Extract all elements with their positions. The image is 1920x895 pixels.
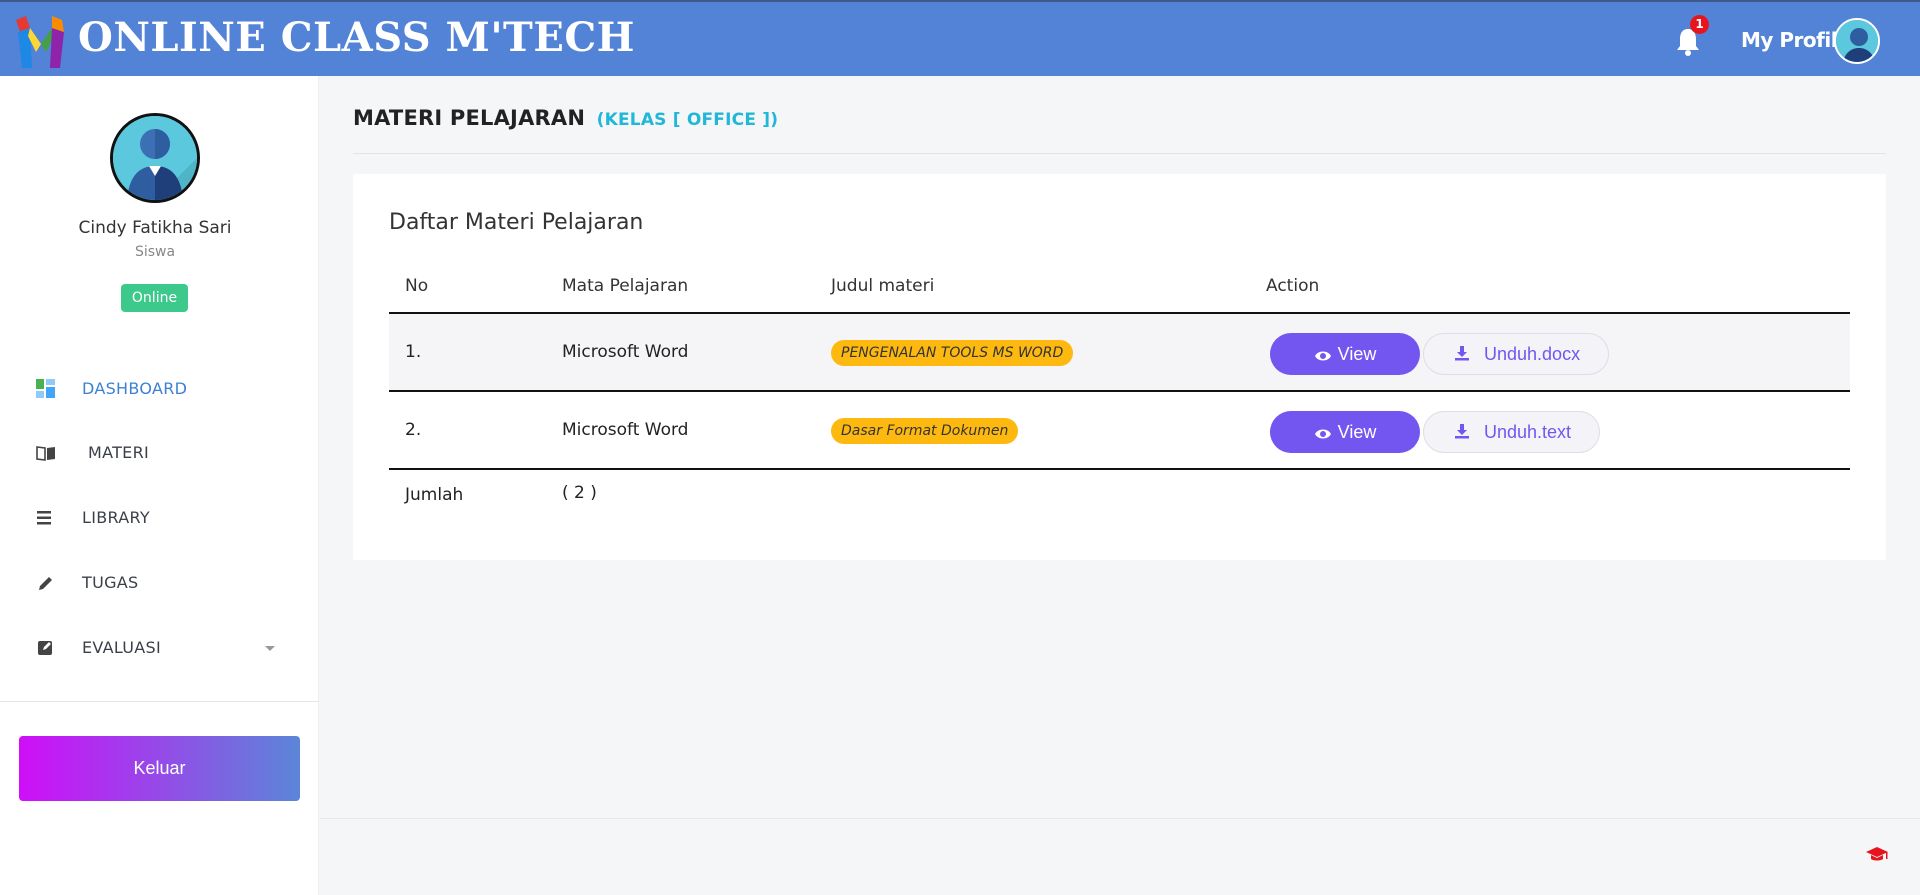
table-row: 1. Microsoft Word PENGENALAN TOOLS MS WO…: [389, 314, 1850, 391]
eye-icon: [1314, 429, 1331, 439]
page-title-text: MATERI PELAJARAN: [353, 106, 586, 130]
title-divider: [353, 153, 1886, 154]
sidebar-item-library[interactable]: LIBRARY: [0, 498, 319, 538]
card-title: Daftar Materi Pelajaran: [389, 210, 644, 235]
chevron-down-icon: [265, 646, 275, 651]
pencil-icon: [39, 577, 52, 590]
online-status-badge: Online: [121, 284, 188, 312]
material-title-badge: Dasar Format Dokumen: [831, 418, 1019, 444]
view-button[interactable]: View: [1270, 333, 1420, 375]
edit-icon: [38, 641, 52, 655]
graduation-cap-icon: [1866, 847, 1888, 861]
footer-divider: [320, 818, 1920, 819]
download-button-label: Unduh.docx: [1484, 344, 1581, 364]
mtech-logo-icon[interactable]: [16, 16, 66, 68]
user-role: Siswa: [134, 244, 176, 260]
row-subject: Microsoft Word: [562, 420, 689, 440]
download-icon: [1455, 424, 1469, 439]
view-button-label: View: [1337, 344, 1377, 364]
total-label: Jumlah: [405, 485, 464, 505]
view-button[interactable]: View: [1270, 411, 1420, 453]
eye-icon: [1314, 351, 1331, 361]
column-header-subject: Mata Pelajaran: [562, 276, 689, 296]
download-button[interactable]: Unduh.text: [1423, 411, 1601, 453]
row-divider: [389, 468, 1850, 470]
sidebar-divider: [0, 701, 319, 702]
user-name: Cindy Fatikha Sari: [78, 218, 232, 238]
top-navbar: ONLINE CLASS M'TECH 1 My Profile: [0, 0, 1920, 76]
logout-button[interactable]: Keluar: [19, 736, 300, 801]
column-header-action: Action: [1266, 276, 1320, 296]
download-button-label: Unduh.text: [1484, 422, 1572, 442]
download-button[interactable]: Unduh.docx: [1423, 333, 1610, 375]
sidebar-item-tugas[interactable]: TUGAS: [0, 563, 319, 603]
sidebar-item-evaluasi[interactable]: EVALUASI: [0, 628, 319, 668]
sidebar-item-dashboard[interactable]: DASHBOARD: [0, 369, 319, 409]
table-row: 2. Microsoft Word Dasar Format Dokumen V…: [389, 392, 1850, 469]
app-title[interactable]: ONLINE CLASS M'TECH: [78, 14, 635, 61]
user-avatar-icon: [113, 116, 197, 200]
sidebar-item-label: LIBRARY: [82, 508, 150, 527]
row-number: 1.: [405, 342, 422, 362]
sidebar-item-materi[interactable]: MATERI: [0, 433, 319, 473]
sidebar-item-label: DASHBOARD: [82, 379, 188, 398]
column-header-no: No: [405, 276, 429, 296]
sidebar-item-label: EVALUASI: [82, 638, 162, 657]
total-value: ( 2 ): [562, 483, 597, 503]
sidebar: Cindy Fatikha Sari Siswa Online DASHBOAR…: [0, 76, 319, 895]
sidebar-item-label: TUGAS: [82, 573, 139, 592]
column-header-title: Judul materi: [831, 276, 935, 296]
sidebar-item-label: MATERI: [88, 443, 150, 462]
page-subtitle: (KELAS [ OFFICE ]): [596, 110, 779, 130]
book-icon: [36, 446, 55, 461]
page-title: MATERI PELAJARAN (KELAS [ OFFICE ]): [353, 106, 778, 130]
download-icon: [1455, 346, 1469, 361]
user-avatar: [110, 113, 200, 203]
dashboard-icon: [36, 379, 55, 398]
row-subject: Microsoft Word: [562, 342, 689, 362]
user-avatar-icon: [1836, 20, 1878, 62]
notification-count-badge: 1: [1690, 15, 1709, 34]
profile-avatar[interactable]: [1834, 18, 1880, 64]
material-title-badge: PENGENALAN TOOLS MS WORD: [831, 340, 1074, 366]
row-number: 2.: [405, 420, 422, 440]
list-icon: [37, 511, 51, 525]
view-button-label: View: [1337, 422, 1377, 442]
